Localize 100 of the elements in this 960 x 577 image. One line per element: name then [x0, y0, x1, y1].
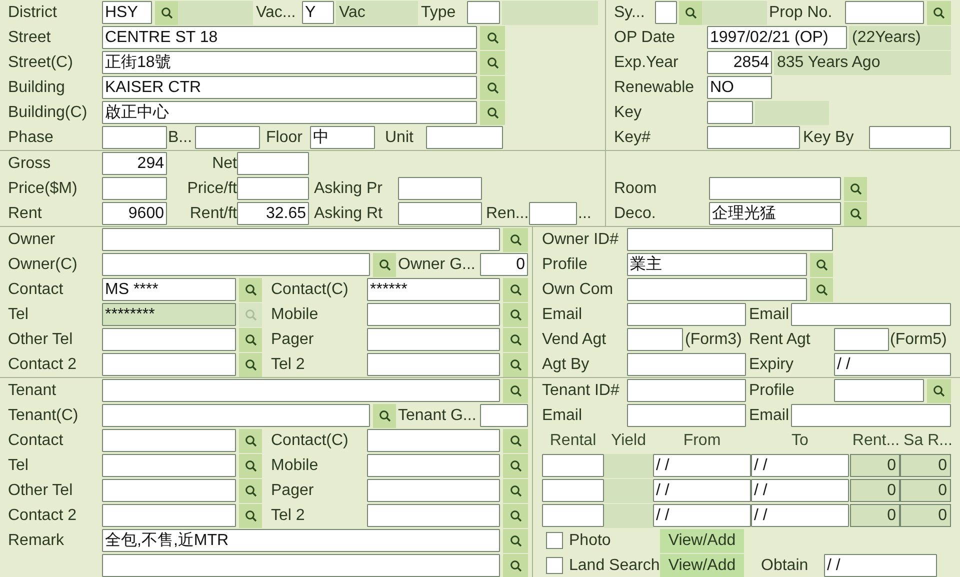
input-field[interactable]	[398, 177, 482, 200]
input-field[interactable]	[627, 278, 807, 301]
input-field[interactable]	[237, 177, 309, 200]
search-button[interactable]	[679, 0, 702, 24]
input-field[interactable]: / /	[653, 504, 751, 527]
input-field[interactable]: Y	[302, 1, 334, 24]
checkbox[interactable]	[546, 557, 563, 574]
input-field[interactable]: / /	[751, 479, 849, 502]
input-field[interactable]	[834, 379, 924, 402]
input-field[interactable]: CENTRE ST 18	[102, 26, 477, 49]
search-button[interactable]	[480, 76, 505, 100]
input-field[interactable]	[102, 429, 236, 452]
input-field[interactable]	[542, 504, 604, 527]
input-field[interactable]: / /	[824, 554, 937, 577]
input-field[interactable]	[426, 126, 503, 149]
input-field[interactable]	[102, 504, 236, 527]
input-field[interactable]: 32.65	[237, 202, 309, 225]
input-field[interactable]: / /	[653, 454, 751, 477]
search-button[interactable]	[503, 278, 528, 302]
input-field[interactable]: KAISER CTR	[102, 76, 477, 99]
search-button[interactable]	[927, 0, 951, 24]
input-field[interactable]	[529, 202, 577, 225]
search-button[interactable]	[503, 478, 528, 502]
search-button[interactable]	[844, 176, 867, 200]
input-field[interactable]: 正街18號	[102, 51, 477, 74]
search-button[interactable]	[503, 428, 528, 452]
checkbox[interactable]	[546, 532, 563, 549]
search-button[interactable]	[239, 504, 262, 528]
input-field[interactable]: HSY	[102, 1, 152, 24]
input-field[interactable]	[707, 126, 800, 149]
input-field[interactable]: 企理光猛	[709, 202, 841, 225]
search-button[interactable]	[239, 352, 262, 376]
input-field[interactable]	[627, 404, 746, 427]
input-field[interactable]	[627, 353, 746, 376]
input-field[interactable]	[480, 404, 528, 427]
search-button[interactable]	[844, 202, 867, 226]
input-field[interactable]	[834, 328, 889, 351]
view-add-button[interactable]: View/Add	[660, 528, 744, 552]
input-field[interactable]	[627, 303, 746, 326]
search-button[interactable]	[503, 228, 528, 252]
search-button[interactable]	[239, 278, 262, 302]
search-button[interactable]	[239, 478, 262, 502]
input-field[interactable]: 全包,不售,近MTR	[102, 529, 500, 552]
search-button[interactable]	[239, 454, 262, 478]
input-field[interactable]	[367, 429, 500, 452]
search-button[interactable]	[503, 328, 528, 352]
search-button[interactable]	[810, 252, 833, 276]
input-field[interactable]: NO	[707, 76, 772, 99]
input-field[interactable]: 啟正中心	[102, 101, 477, 124]
input-field[interactable]	[367, 303, 500, 326]
input-field[interactable]	[655, 1, 677, 24]
input-field[interactable]	[627, 328, 683, 351]
input-field[interactable]: ******	[367, 278, 500, 301]
search-button[interactable]	[503, 352, 528, 376]
search-button[interactable]	[503, 302, 528, 326]
input-field[interactable]	[709, 177, 841, 200]
input-field[interactable]	[367, 504, 500, 527]
input-field[interactable]: MS ****	[102, 278, 236, 301]
search-button[interactable]	[155, 0, 178, 24]
input-field[interactable]	[102, 228, 500, 251]
input-field[interactable]	[707, 101, 753, 124]
input-field[interactable]	[102, 353, 236, 376]
view-add-button[interactable]: View/Add	[660, 554, 744, 577]
input-field[interactable]	[367, 454, 500, 477]
input-field[interactable]: 2854	[707, 51, 772, 74]
input-field[interactable]: / /	[834, 353, 951, 376]
search-button[interactable]	[480, 26, 505, 50]
input-field[interactable]	[102, 404, 370, 427]
input-field[interactable]	[398, 202, 482, 225]
input-field[interactable]	[542, 454, 604, 477]
input-field[interactable]: / /	[653, 479, 751, 502]
search-button[interactable]	[239, 428, 262, 452]
search-button[interactable]	[373, 404, 396, 428]
input-field[interactable]: 294	[102, 152, 167, 175]
input-field[interactable]	[791, 404, 951, 427]
search-button[interactable]	[503, 378, 528, 402]
input-field[interactable]	[102, 253, 370, 276]
input-field[interactable]	[237, 152, 309, 175]
input-field[interactable]: 0	[480, 253, 528, 276]
input-field[interactable]: 1997/02/21 (OP)	[707, 26, 847, 49]
input-field[interactable]	[102, 177, 167, 200]
input-field[interactable]	[367, 328, 500, 351]
input-field[interactable]	[102, 126, 167, 149]
search-button[interactable]	[503, 554, 528, 577]
search-button[interactable]	[480, 100, 505, 124]
input-field[interactable]	[102, 328, 236, 351]
search-button[interactable]	[503, 504, 528, 528]
input-field[interactable]	[102, 479, 236, 502]
input-field[interactable]	[869, 126, 951, 149]
search-button[interactable]	[810, 278, 833, 302]
input-field[interactable]	[627, 228, 833, 251]
search-button[interactable]	[503, 528, 528, 552]
input-field[interactable]	[467, 1, 500, 24]
input-field[interactable]	[102, 379, 500, 402]
input-field[interactable]: 中	[310, 126, 375, 149]
input-field[interactable]	[791, 303, 951, 326]
search-button[interactable]	[373, 252, 396, 276]
input-field[interactable]: / /	[751, 454, 849, 477]
input-field[interactable]	[542, 479, 604, 502]
input-field[interactable]: 業主	[627, 253, 807, 276]
